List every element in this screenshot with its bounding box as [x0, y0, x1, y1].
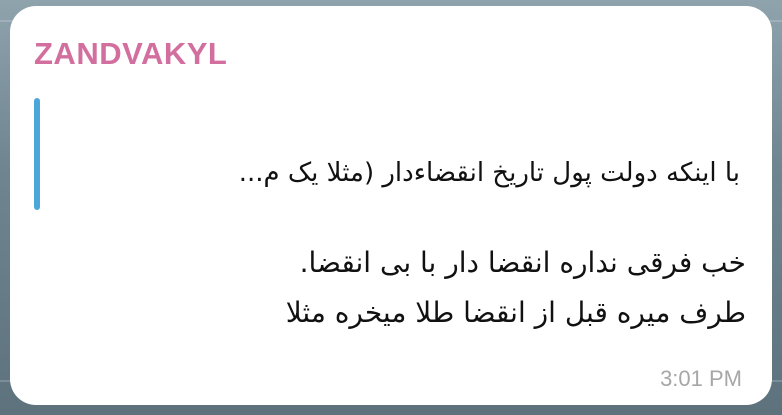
message-text: خب فرقی نداره انقضا دار با بی انقضا. طرف… [46, 238, 746, 338]
sender-name[interactable]: ZANDVAKYL [34, 36, 227, 72]
message-line: خب فرقی نداره انقضا دار با بی انقضا. [299, 246, 746, 279]
message-bubble[interactable]: ZANDVAKYL با اینکه دولت پول تاریخ انقضاء… [10, 6, 772, 405]
message-line: طرف میره قبل از انقضا طلا میخره مثلا [285, 296, 746, 329]
reply-quote[interactable]: با اینکه دولت پول تاریخ انقضاءدار (مثلا … [34, 98, 740, 210]
reply-quoted-text: با اینکه دولت پول تاریخ انقضاءدار (مثلا … [238, 158, 740, 188]
reply-bar [34, 98, 40, 210]
message-timestamp: 3:01 PM [660, 366, 742, 391]
